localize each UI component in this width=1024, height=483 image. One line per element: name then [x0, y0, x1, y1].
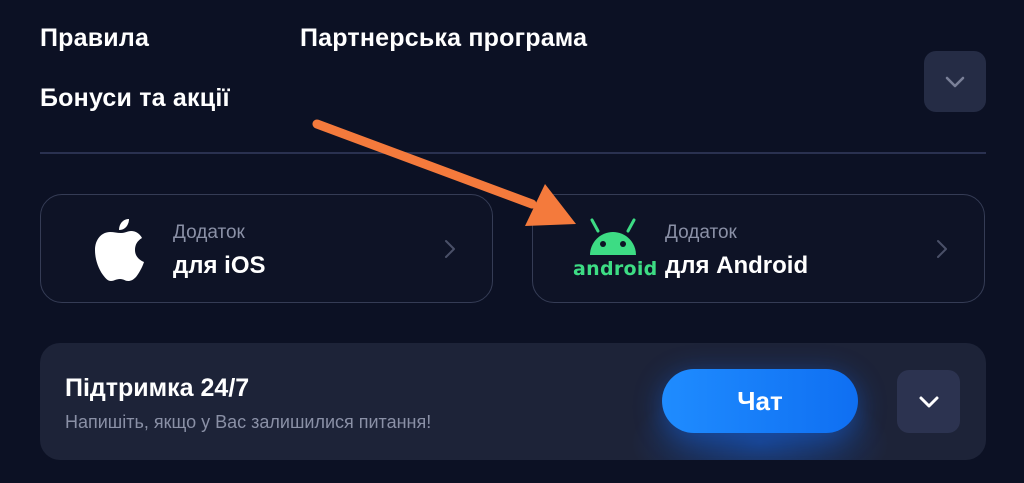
chevron-right-icon — [937, 240, 947, 258]
support-title: Підтримка 24/7 — [65, 374, 250, 402]
nav-link-partner-program[interactable]: Партнерська програма — [300, 24, 587, 53]
support-description: Напишіть, якщо у Вас залишилися питання! — [65, 412, 432, 432]
android-icon: android — [573, 217, 658, 281]
chevron-right-icon — [445, 240, 455, 258]
page: Правила Партнерська програма Бонуси та а… — [0, 0, 1024, 483]
chevron-down-icon — [919, 396, 938, 407]
divider — [40, 152, 986, 154]
ios-app-card[interactable]: Додаток для iOS — [40, 194, 493, 303]
support-panel: Підтримка 24/7 Напишіть, якщо у Вас зали… — [40, 343, 986, 460]
android-app-card[interactable]: android Додаток для Android — [532, 194, 985, 303]
support-expand-button[interactable] — [897, 370, 960, 433]
nav-expand-button[interactable] — [924, 51, 986, 112]
chat-button[interactable]: Чат — [662, 369, 858, 433]
nav-link-rules[interactable]: Правила — [40, 24, 149, 53]
nav-link-bonuses[interactable]: Бонуси та акції — [40, 84, 230, 113]
android-card-title: для Android — [665, 252, 809, 279]
apple-icon — [81, 217, 161, 281]
chevron-down-icon — [945, 76, 965, 87]
android-card-subtitle: Додаток — [665, 222, 737, 243]
android-logo-text: android — [573, 258, 658, 280]
ios-card-title: для iOS — [173, 252, 266, 279]
ios-card-subtitle: Додаток — [173, 222, 245, 243]
